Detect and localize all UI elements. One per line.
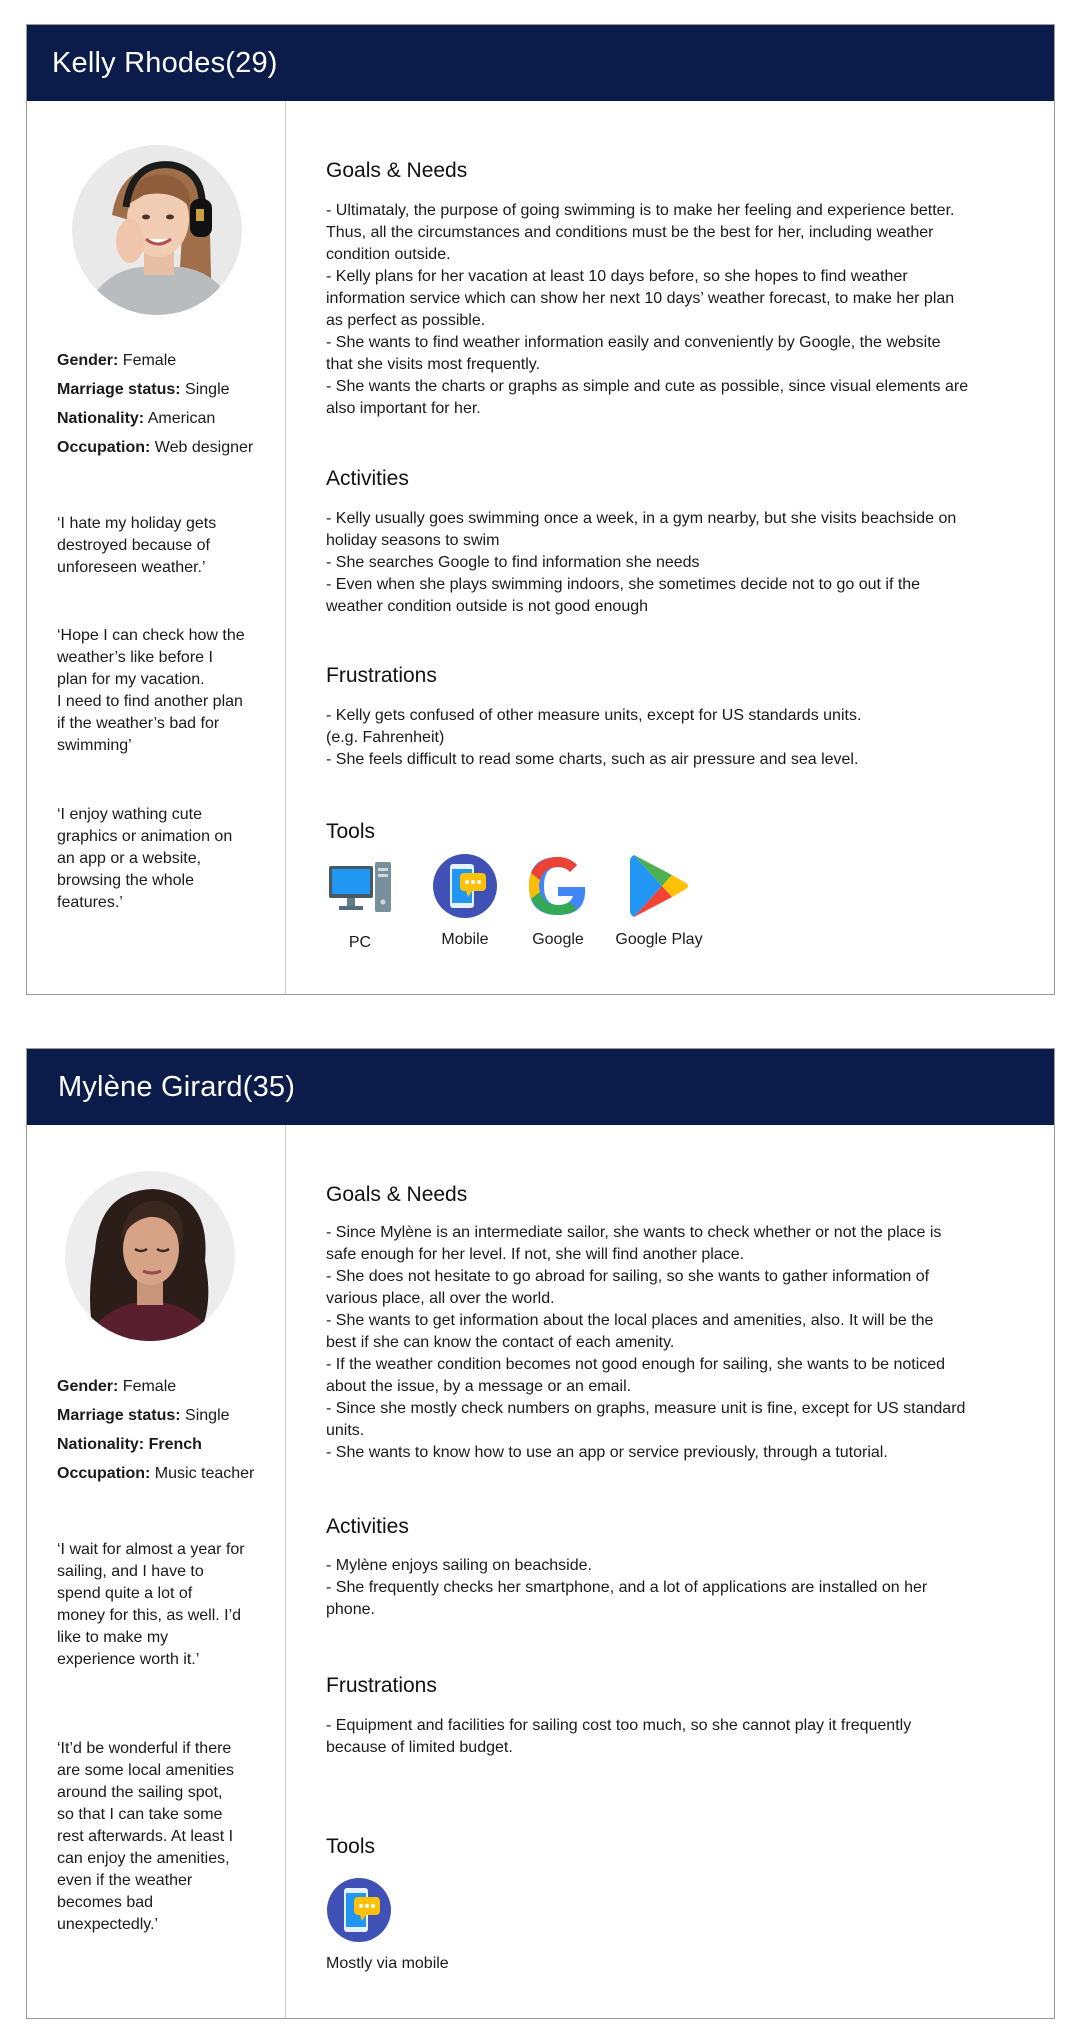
- persona-quote: ‘I wait for almost a year for sailing, a…: [57, 1541, 245, 1668]
- tools-title: Tools: [326, 1835, 376, 1858]
- persona-card-mylene: Mylène Girard(35) Gender: Female Marriag…: [26, 1048, 1055, 2019]
- persona-header: Kelly Rhodes(29): [27, 25, 1054, 101]
- avatar: [72, 145, 242, 315]
- occupation-row: Occupation: Web designer: [57, 439, 254, 456]
- activities-text: - Mylène enjoys sailing on beachside. - …: [326, 1557, 928, 1618]
- persona-quote: ‘Hope I can check how the weather’s like…: [57, 627, 245, 754]
- tools-title: Tools: [326, 820, 376, 843]
- mobile-chat-icon: [326, 1877, 392, 1943]
- persona-name: Mylène Girard(35): [58, 1070, 296, 1103]
- marriage-status-row: Marriage status: Single: [57, 1407, 230, 1424]
- frustrations-title: Frustrations: [326, 1674, 437, 1697]
- persona-content: Goals & Needs - Ultimataly, the purpose …: [286, 101, 1054, 994]
- tool-mobile: Mostly via mobile: [326, 1877, 449, 1973]
- avatar: [65, 1171, 235, 1341]
- persona-content: Goals & Needs - Since Mylène is an inter…: [286, 1125, 1054, 2018]
- frustrations-title: Frustrations: [326, 664, 437, 687]
- activities-text: - Kelly usually goes swimming once a wee…: [326, 510, 957, 615]
- gender-row: Gender: Female: [57, 1378, 177, 1395]
- tool-label: Mobile: [441, 931, 489, 948]
- tool-label: Google Play: [615, 931, 703, 948]
- persona-details: Gender: Female Marriage status: Single N…: [57, 346, 253, 462]
- persona-quote: ‘It’d be wonderful if there are some loc…: [57, 1740, 234, 1933]
- occupation-row: Occupation: Music teacher: [57, 1465, 255, 1482]
- goals-text: - Ultimataly, the purpose of going swimm…: [326, 202, 969, 417]
- tool-mobile: Mobile: [420, 853, 510, 949]
- google-icon: [525, 853, 591, 919]
- persona-details: Gender: Female Marriage status: Single N…: [57, 1372, 254, 1488]
- tool-label: PC: [348, 934, 372, 951]
- mobile-chat-icon: [432, 853, 498, 919]
- tool-label: Google: [532, 931, 584, 948]
- google-play-icon: [626, 853, 692, 919]
- tool-label: Mostly via mobile: [326, 1955, 449, 1972]
- frustrations-text: - Equipment and facilities for sailing c…: [326, 1717, 912, 1756]
- persona-sidebar: Gender: Female Marriage status: Single N…: [27, 101, 286, 994]
- gender-row: Gender: Female: [57, 352, 177, 369]
- desktop-pc-icon: [327, 856, 393, 922]
- persona-quote: ‘I enjoy wathing cute graphics or animat…: [57, 806, 233, 911]
- tool-google: Google: [518, 853, 598, 949]
- goals-title: Goals & Needs: [326, 159, 468, 182]
- persona-header: Mylène Girard(35): [27, 1049, 1054, 1125]
- persona-card-kelly: Kelly Rhodes(29) Gender: Female Marriage…: [26, 24, 1055, 995]
- nationality-row: Nationality: American: [57, 410, 216, 427]
- persona-name: Kelly Rhodes(29): [52, 46, 278, 79]
- goals-text: - Since Mylène is an intermediate sailor…: [326, 1224, 966, 1461]
- persona-sidebar: Gender: Female Marriage status: Single N…: [27, 1125, 286, 2018]
- frustrations-text: - Kelly gets confused of other measure u…: [326, 707, 862, 768]
- activities-title: Activities: [326, 467, 409, 490]
- tool-google-play: Google Play: [604, 853, 714, 949]
- marriage-status-row: Marriage status: Single: [57, 381, 230, 398]
- goals-title: Goals & Needs: [326, 1183, 468, 1206]
- tool-pc: PC: [326, 856, 394, 952]
- persona-quote: ‘I hate my holiday gets destroyed becaus…: [57, 515, 217, 576]
- nationality-row: Nationality: French: [57, 1436, 202, 1453]
- activities-title: Activities: [326, 1515, 409, 1538]
